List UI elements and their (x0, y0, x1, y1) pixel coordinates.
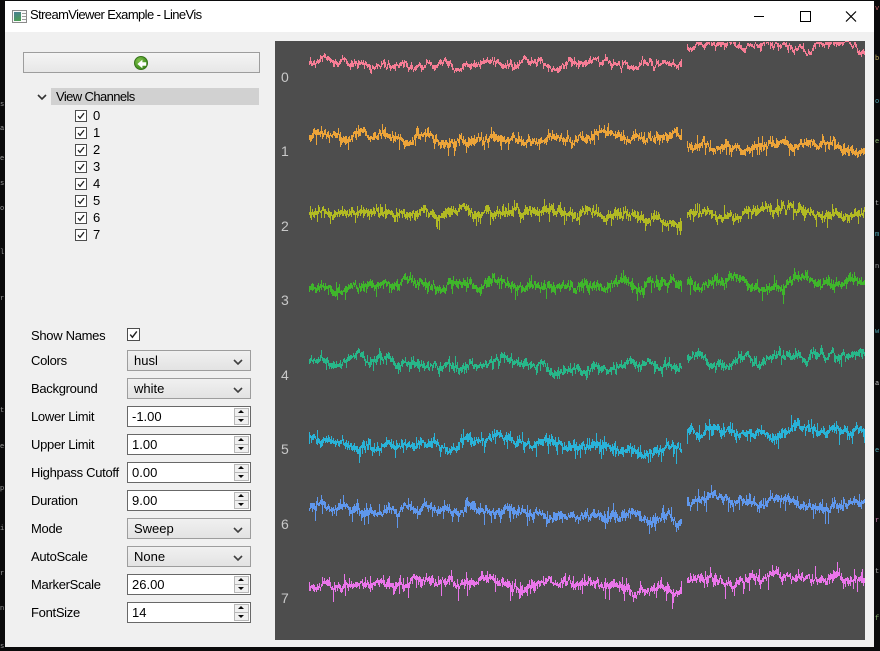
svg-text:e: e (875, 138, 879, 146)
svg-text:t: t (875, 200, 879, 208)
svg-text:l: l (0, 249, 4, 257)
svg-text:o: o (875, 98, 879, 106)
svg-text:n: n (0, 605, 4, 613)
svg-text:e: e (0, 155, 4, 163)
svg-text:e: e (0, 443, 4, 451)
svg-text:r: r (875, 517, 879, 525)
svg-text:v: v (875, 5, 879, 13)
svg-text:s: s (0, 101, 4, 109)
svg-text:p: p (0, 485, 4, 493)
svg-text:s: s (0, 643, 4, 651)
svg-text:e: e (875, 447, 879, 455)
svg-text:s: s (0, 180, 4, 188)
svg-text:a: a (875, 380, 879, 388)
svg-text:r: r (0, 570, 4, 578)
svg-text:a: a (0, 125, 4, 133)
svg-text:t: t (0, 407, 4, 415)
svg-text:m: m (875, 231, 879, 239)
svg-text:f: f (875, 615, 879, 623)
svg-text:i: i (0, 525, 4, 533)
svg-text:t: t (875, 568, 879, 576)
svg-text:b: b (875, 55, 879, 63)
svg-text:r: r (0, 295, 4, 303)
svg-text:w: w (875, 328, 880, 336)
svg-text:n: n (875, 263, 879, 271)
svg-text:o: o (0, 205, 4, 213)
